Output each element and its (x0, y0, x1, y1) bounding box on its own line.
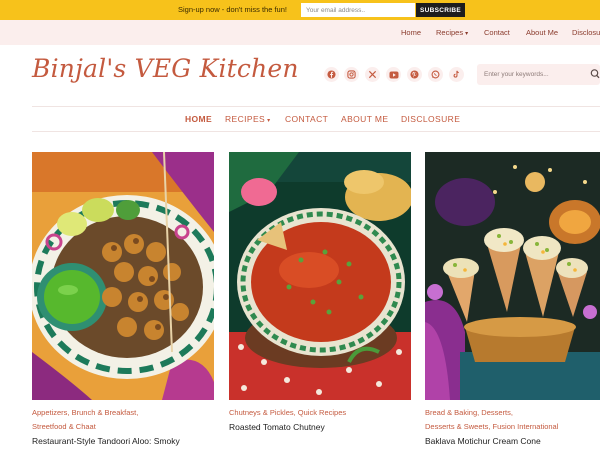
main-nav-recipes-label: RECIPES (225, 114, 266, 124)
tiktok-icon[interactable] (449, 67, 464, 82)
youtube-icon[interactable] (386, 67, 401, 82)
search-input[interactable] (477, 64, 600, 85)
card-image-baklava-cone[interactable] (425, 152, 600, 400)
search-icon[interactable] (590, 68, 600, 80)
main-nav-contact[interactable]: CONTACT (285, 114, 328, 124)
card-3-title[interactable]: Baklava Motichur Cream Cone (425, 436, 541, 446)
main-nav-about[interactable]: ABOUT ME (341, 114, 388, 124)
card-1-title[interactable]: Restaurant-Style Tandoori Aloo: Smoky (32, 436, 180, 446)
page: Sign-up now - don't miss the fun! SUBSCR… (0, 0, 600, 450)
card-image-tomato-chutney[interactable] (229, 152, 411, 400)
instagram-icon[interactable] (344, 67, 359, 82)
nav-divider (32, 131, 600, 132)
whatsapp-icon[interactable] (428, 67, 443, 82)
top-nav-about[interactable]: About Me (526, 28, 558, 37)
top-nav-contact[interactable]: Contact (484, 28, 510, 37)
card-3-categories-line-2[interactable]: Desserts & Sweets, Fusion International (425, 422, 558, 431)
chevron-down-icon: ▾ (465, 31, 469, 37)
card-1-categories-line-1[interactable]: Appetizers, Brunch & Breakfast, (32, 408, 138, 417)
top-nav: Home Recipes▾ Contact About Me Disclosur… (0, 20, 600, 45)
top-nav-recipes-label: Recipes (436, 28, 464, 37)
signup-text: Sign-up now - don't miss the fun! (178, 5, 287, 14)
card-3-categories-line-1[interactable]: Bread & Baking, Desserts, (425, 408, 513, 417)
main-nav-home[interactable]: HOME (185, 114, 212, 124)
signup-email-input[interactable] (301, 3, 415, 17)
card-image-tandoori-aloo[interactable] (32, 152, 214, 400)
top-nav-home[interactable]: Home (401, 28, 421, 37)
pinterest-icon[interactable] (407, 67, 422, 82)
header-divider (32, 106, 600, 107)
subscribe-button[interactable]: SUBSCRIBE (416, 3, 465, 17)
card-1-categories-line-2[interactable]: Streetfood & Chaat (32, 422, 96, 431)
main-nav-disclosure[interactable]: DISCLOSURE (401, 114, 460, 124)
top-nav-disclosure[interactable]: Disclosure (572, 28, 600, 37)
facebook-icon[interactable] (324, 67, 339, 82)
main-nav-recipes[interactable]: RECIPES ▾ (225, 114, 271, 124)
site-logo[interactable]: Binjal's VEG Kitchen (32, 54, 299, 83)
card-2-categories[interactable]: Chutneys & Pickles, Quick Recipes (229, 408, 346, 417)
x-icon[interactable] (365, 67, 380, 82)
card-2-title[interactable]: Roasted Tomato Chutney (229, 422, 325, 432)
top-nav-recipes[interactable]: Recipes ▾ (436, 28, 468, 37)
chevron-down-icon: ▾ (267, 118, 271, 124)
signup-bar: Sign-up now - don't miss the fun! SUBSCR… (0, 0, 600, 20)
